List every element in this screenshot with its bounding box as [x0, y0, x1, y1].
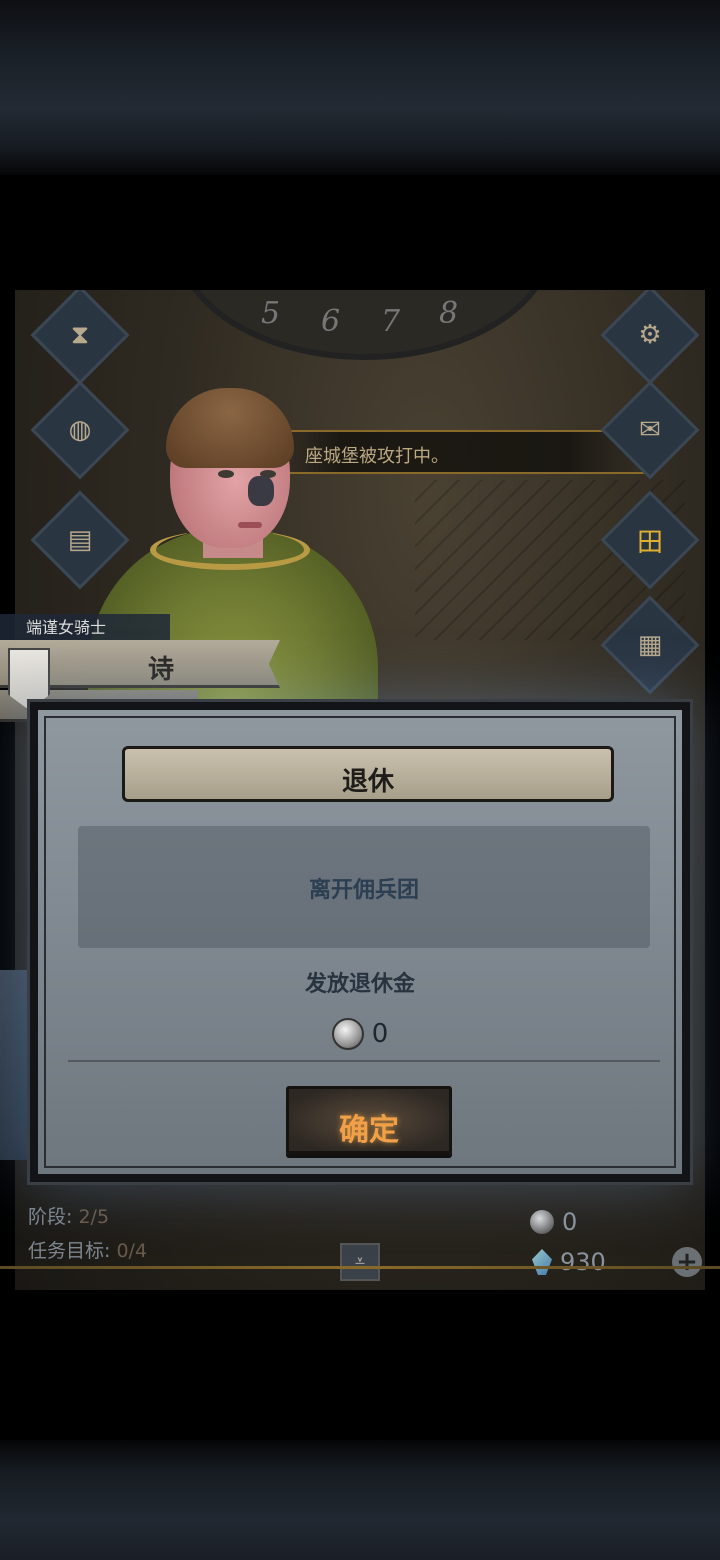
bottom-letterbox	[0, 1440, 720, 1560]
dial-number: 8	[439, 296, 459, 331]
description-box: 离开佣兵团	[78, 826, 650, 948]
dial-number: 7	[381, 304, 401, 339]
target-value: 0/4	[116, 1240, 148, 1262]
stage-row: 阶段: 2/5	[28, 1200, 147, 1234]
hero-name: 诗	[148, 655, 175, 685]
pension-label: 发放退休金	[304, 972, 415, 997]
add-gems-icon[interactable]: +	[672, 1247, 702, 1277]
eye	[218, 470, 234, 478]
target-row: 任务目标: 0/4	[28, 1234, 147, 1268]
coin-count: 0	[562, 1208, 578, 1236]
stage-value: 2/5	[78, 1206, 110, 1228]
gem-counter: 930	[532, 1248, 606, 1276]
coin-icon	[530, 1210, 554, 1234]
mouth	[238, 522, 262, 528]
nose	[248, 476, 274, 506]
dialog-divider	[68, 1060, 660, 1062]
stage-label: 阶段:	[28, 1206, 73, 1228]
coin-counter: 0	[530, 1208, 577, 1236]
divider-line	[0, 1266, 720, 1269]
top-letterbox	[0, 0, 720, 175]
dialog-title-plate: 退休	[122, 746, 614, 802]
gem-icon	[532, 1249, 552, 1275]
dialog-title: 退休	[341, 767, 394, 797]
pension-row: 0	[38, 1018, 682, 1050]
target-label: 任务目标:	[28, 1240, 111, 1262]
gem-count: 930	[560, 1248, 606, 1276]
left-side-panel	[0, 970, 30, 1160]
description-text: 离开佣兵团	[308, 878, 419, 903]
turn-dial: 5 6 7 8	[175, 290, 555, 360]
quest-info: 阶段: 2/5 任务目标: 0/4	[28, 1200, 147, 1268]
hourglass-icon[interactable]: ⧗	[30, 290, 130, 385]
hero-class: 端谨女骑士	[0, 614, 170, 642]
retire-dialog: 退休 离开佣兵团 发放退休金 0 确定	[30, 702, 690, 1182]
dial-number: 6	[321, 304, 341, 339]
confirm-label: 确定	[339, 1113, 399, 1148]
silver-coin-icon	[331, 1018, 364, 1050]
gear-icon[interactable]: ⚙	[600, 290, 700, 385]
hair	[166, 388, 294, 468]
confirm-button[interactable]: 确定	[286, 1086, 452, 1154]
expand-panel-icon[interactable]: ⩡	[340, 1243, 380, 1281]
dial-number: 5	[261, 296, 281, 331]
pension-amount: 0	[371, 1019, 389, 1049]
